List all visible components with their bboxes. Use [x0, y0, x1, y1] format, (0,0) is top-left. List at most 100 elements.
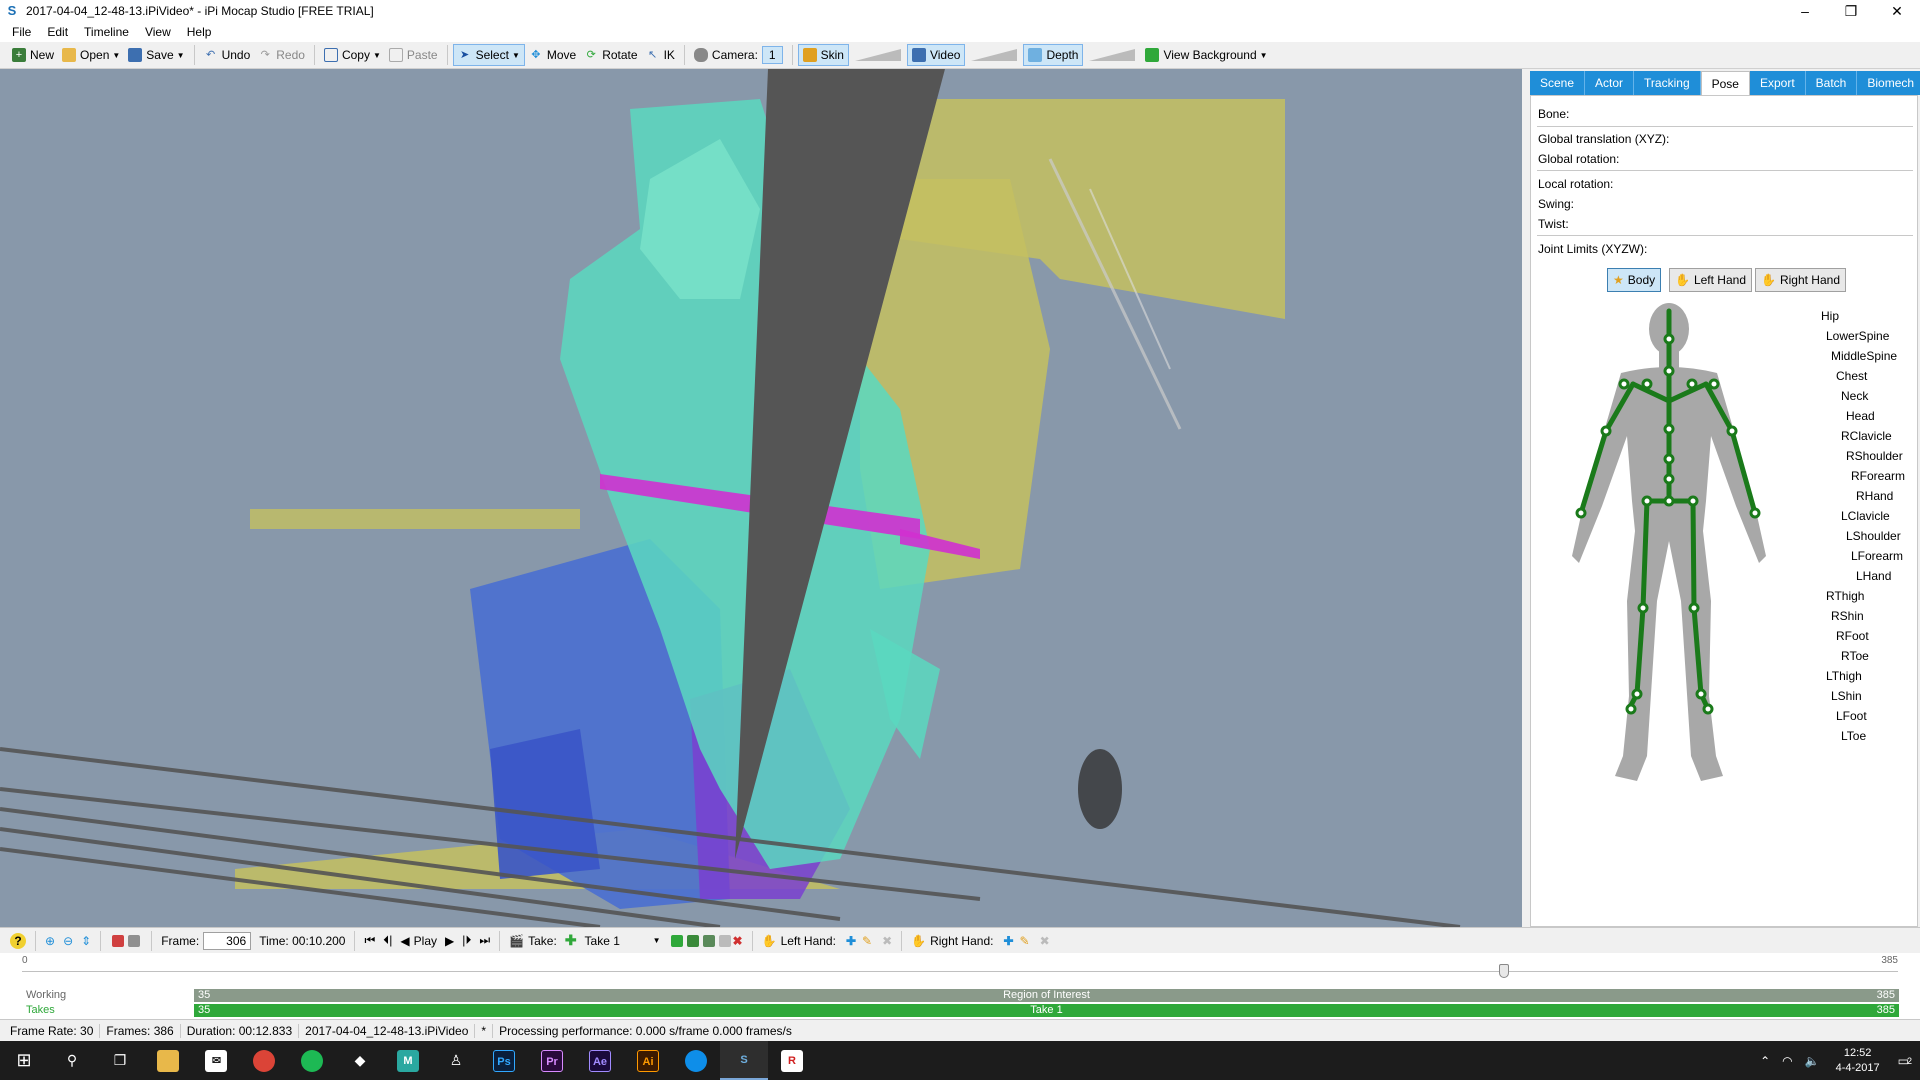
- bone-item-lforearm[interactable]: LForearm: [1851, 549, 1903, 563]
- bone-item-rshin[interactable]: RShin: [1831, 609, 1864, 623]
- taskbar-ipi-mocap[interactable]: S: [720, 1041, 768, 1080]
- save-button[interactable]: Save ▼: [124, 44, 188, 66]
- paste-button[interactable]: Paste: [385, 44, 442, 66]
- take-actions[interactable]: ✖: [665, 934, 747, 948]
- bone-item-lthigh[interactable]: LThigh: [1826, 669, 1862, 683]
- taskbar-illustrator[interactable]: Ai: [624, 1041, 672, 1080]
- next-frame-button[interactable]: |⏵: [458, 933, 475, 948]
- camera-value[interactable]: 1: [761, 46, 783, 64]
- timeline-scrubber[interactable]: 0 385: [0, 953, 1920, 989]
- playhead-handle[interactable]: [1499, 964, 1510, 978]
- take-select[interactable]: Take 1 ▼: [581, 934, 665, 948]
- taskbar-app-r[interactable]: R: [768, 1041, 816, 1080]
- bone-item-middlespine[interactable]: MiddleSpine: [1831, 349, 1897, 363]
- go-start-button[interactable]: ⏮: [360, 933, 379, 948]
- scrub-track[interactable]: [22, 971, 1898, 972]
- bone-item-lclavicle[interactable]: LClavicle: [1841, 509, 1890, 523]
- taskbar-chrome[interactable]: [240, 1041, 288, 1080]
- task-view-button[interactable]: ❐: [96, 1041, 144, 1080]
- redo-button[interactable]: ↷ Redo: [254, 44, 309, 66]
- tab-batch[interactable]: Batch: [1805, 71, 1858, 95]
- help-button[interactable]: ?: [6, 932, 30, 949]
- depth-toggle[interactable]: Depth: [1023, 44, 1084, 66]
- chevron-down-icon[interactable]: ▼: [112, 51, 120, 60]
- bone-item-rhand[interactable]: RHand: [1856, 489, 1893, 503]
- video-opacity-slider[interactable]: [971, 47, 1018, 63]
- bone-item-lshin[interactable]: LShin: [1831, 689, 1862, 703]
- tab-export[interactable]: Export: [1749, 71, 1806, 95]
- taskbar-explorer[interactable]: [144, 1041, 192, 1080]
- bone-item-rforearm[interactable]: RForearm: [1851, 469, 1905, 483]
- notification-icon[interactable]: ▭: [1890, 1054, 1917, 1068]
- frame-input[interactable]: 306: [203, 931, 252, 950]
- volume-icon[interactable]: 🔈: [1799, 1054, 1826, 1068]
- bone-item-lfoot[interactable]: LFoot: [1836, 709, 1867, 723]
- bone-item-rfoot[interactable]: RFoot: [1836, 629, 1869, 643]
- skeleton-figure[interactable]: [1551, 301, 1791, 791]
- taskbar-teamviewer[interactable]: [672, 1041, 720, 1080]
- bone-item-lhand[interactable]: LHand: [1856, 569, 1891, 583]
- menu-edit[interactable]: Edit: [39, 25, 76, 39]
- close-button[interactable]: ✕: [1874, 0, 1920, 22]
- body-button[interactable]: ★ Body: [1607, 268, 1662, 292]
- take-bar[interactable]: 35 Take 1 385: [194, 1004, 1899, 1017]
- tab-biomech[interactable]: Biomech: [1857, 71, 1920, 95]
- undo-button[interactable]: ↶ Undo: [200, 44, 255, 66]
- chevron-down-icon[interactable]: ▼: [373, 51, 381, 60]
- play-button[interactable]: ▶: [441, 934, 458, 948]
- menu-timeline[interactable]: Timeline: [76, 25, 137, 39]
- chevron-down-icon[interactable]: ▼: [512, 51, 520, 60]
- taskbar-mail[interactable]: ✉2: [192, 1041, 240, 1080]
- right-hand-button[interactable]: ✋ Right Hand: [1755, 268, 1846, 292]
- delete-icon[interactable]: ✖: [1040, 934, 1050, 948]
- wifi-icon[interactable]: ◠: [1776, 1054, 1798, 1068]
- new-button[interactable]: + New: [8, 44, 58, 66]
- left-hand-button[interactable]: ✋ Left Hand: [1669, 268, 1752, 292]
- menu-view[interactable]: View: [137, 25, 179, 39]
- move-button[interactable]: ✥ Move: [525, 44, 580, 66]
- chevron-up-icon[interactable]: ⌃: [1754, 1054, 1776, 1068]
- skin-opacity-slider[interactable]: [854, 47, 901, 63]
- bone-item-ltoe[interactable]: LToe: [1841, 729, 1866, 743]
- camera-selector[interactable]: Camera: 1: [690, 44, 787, 66]
- delete-icon[interactable]: ✖: [882, 934, 892, 948]
- 3d-viewport[interactable]: [0, 69, 1522, 927]
- menu-file[interactable]: File: [4, 25, 39, 39]
- menu-help[interactable]: Help: [179, 25, 220, 39]
- taskbar-app-m[interactable]: M: [384, 1041, 432, 1080]
- copy-button[interactable]: Copy ▼: [320, 44, 385, 66]
- taskbar-after-effects[interactable]: Ae: [576, 1041, 624, 1080]
- clock[interactable]: 12:52 4-4-2017: [1826, 1046, 1890, 1076]
- select-button[interactable]: ➤ Select ▼: [452, 44, 525, 66]
- view-background-button[interactable]: View Background ▼: [1141, 44, 1271, 66]
- pencil-icon[interactable]: ✎: [1020, 934, 1030, 948]
- taskbar-premiere[interactable]: Pr: [528, 1041, 576, 1080]
- bone-item-neck[interactable]: Neck: [1841, 389, 1868, 403]
- region-of-interest-bar[interactable]: 35 Region of Interest 385: [194, 989, 1899, 1002]
- rotate-button[interactable]: ⟳ Rotate: [580, 44, 641, 66]
- video-toggle[interactable]: Video: [906, 44, 966, 66]
- bone-item-head[interactable]: Head: [1846, 409, 1875, 423]
- add-take-button[interactable]: ✚: [561, 932, 581, 949]
- plus-icon[interactable]: ✚: [1003, 934, 1013, 948]
- go-end-button[interactable]: ⏭: [475, 933, 494, 948]
- minimize-button[interactable]: –: [1782, 0, 1828, 22]
- bone-item-lshoulder[interactable]: LShoulder: [1846, 529, 1901, 543]
- tab-actor[interactable]: Actor: [1585, 71, 1635, 95]
- ik-button[interactable]: ↖ IK: [642, 44, 679, 66]
- tab-tracking[interactable]: Tracking: [1634, 71, 1701, 95]
- tab-pose[interactable]: Pose: [1700, 71, 1750, 95]
- prev-frame-button[interactable]: ⏴|: [379, 933, 396, 948]
- pencil-icon[interactable]: ✎: [862, 934, 872, 948]
- bone-item-lowerspine[interactable]: LowerSpine: [1826, 329, 1889, 343]
- fit-button[interactable]: ⇕: [77, 934, 95, 948]
- taskbar-app-figure[interactable]: ♙: [432, 1041, 480, 1080]
- skin-toggle[interactable]: Skin: [797, 44, 849, 66]
- start-button[interactable]: ⊞: [0, 1041, 48, 1080]
- bone-item-rclavicle[interactable]: RClavicle: [1841, 429, 1892, 443]
- bone-item-rshoulder[interactable]: RShoulder: [1846, 449, 1903, 463]
- bone-item-hip[interactable]: Hip: [1821, 309, 1839, 323]
- chevron-down-icon[interactable]: ▼: [1260, 51, 1268, 60]
- plus-icon[interactable]: ✚: [846, 934, 856, 948]
- tab-scene[interactable]: Scene: [1530, 71, 1586, 95]
